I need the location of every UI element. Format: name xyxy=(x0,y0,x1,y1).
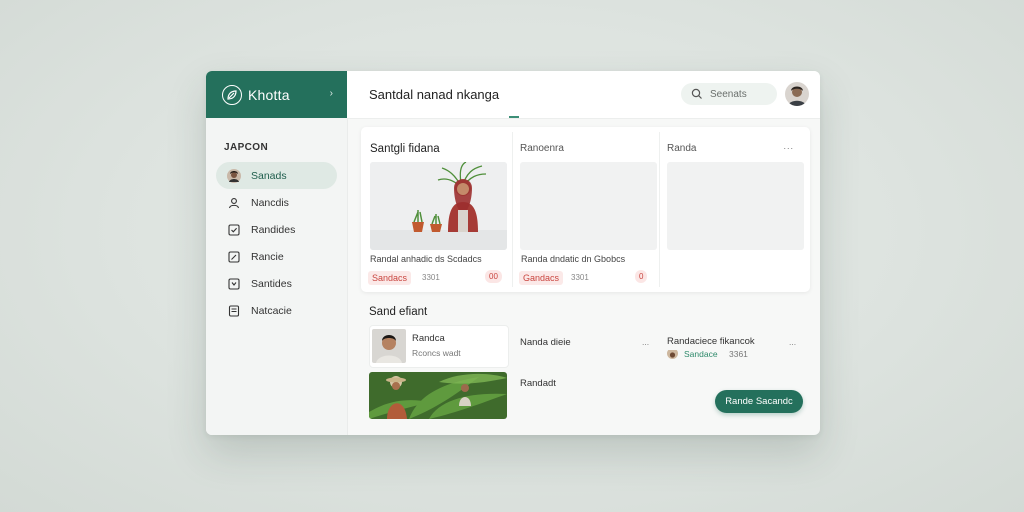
sidebar-item-natcacie[interactable]: Natcacie xyxy=(216,297,337,324)
divider xyxy=(512,132,513,287)
sidebar-item-label: Sanads xyxy=(251,169,287,182)
more-icon[interactable]: ... xyxy=(783,141,794,151)
page-title: Santdal nanad nkanga xyxy=(369,87,500,102)
list-item-title: Randca xyxy=(412,333,445,344)
leaf-logo-icon xyxy=(222,84,242,105)
card-image-placeholder[interactable] xyxy=(520,162,657,250)
sidebar: JAPCON Sanads Nancdis Randides Rancie Sa… xyxy=(206,118,348,435)
sidebar-heading: JAPCON xyxy=(224,142,269,153)
sidebar-item-label: Santides xyxy=(251,277,292,290)
app-window: Khotta › Santdal nanad nkanga JAPCON San… xyxy=(206,71,820,435)
more-icon[interactable]: ... xyxy=(642,337,649,347)
edit-icon xyxy=(227,250,241,264)
brand-name: Khotta xyxy=(248,86,290,103)
check-icon xyxy=(227,277,241,291)
avatar xyxy=(667,348,678,359)
list-item[interactable]: Randca Rconcs wadt xyxy=(369,325,509,368)
document-icon xyxy=(227,304,241,318)
cards-panel: Santgli fidana Ranoenra Randa ... Randal… xyxy=(361,127,810,292)
card-caption: Randa dndatic dn Gbobcs xyxy=(521,254,626,264)
card-meta: 3301 xyxy=(422,273,440,282)
chevron-right-icon[interactable]: › xyxy=(330,88,333,99)
sidebar-item-randides[interactable]: Randides xyxy=(216,216,337,243)
search-input[interactable] xyxy=(708,87,772,101)
search-icon xyxy=(691,88,702,99)
top-bar: Santdal nanad nkanga xyxy=(347,71,820,119)
list-item-image-garden[interactable] xyxy=(369,372,507,419)
list-item-thumbnail xyxy=(372,329,406,363)
sidebar-item-label: Natcacie xyxy=(251,304,292,317)
count-badge: 0 xyxy=(635,270,648,283)
card-image-person[interactable] xyxy=(370,162,507,250)
card-meta: 3301 xyxy=(571,273,589,282)
list-item-meta: 3361 xyxy=(729,349,748,359)
list-item-title: Randaciece fikancok xyxy=(667,336,755,347)
sidebar-item-label: Rancie xyxy=(251,250,284,263)
sidebar-item-santides[interactable]: Santides xyxy=(216,270,337,297)
search-box[interactable] xyxy=(681,83,777,105)
card-image-placeholder[interactable] xyxy=(667,162,804,250)
main-content: Santgli fidana Ranoenra Randa ... Randal… xyxy=(347,118,820,435)
status-tag: Sandace xyxy=(684,349,718,359)
list-item-subtitle: Rconcs wadt xyxy=(412,348,461,358)
column-heading: Randa xyxy=(667,143,697,154)
section-title: Sand efiant xyxy=(369,306,428,318)
user-icon xyxy=(227,196,241,210)
checkbox-icon xyxy=(227,223,241,237)
column-heading: Ranoenra xyxy=(520,143,564,154)
list-item-title: Nanda dieie xyxy=(520,337,571,348)
status-tag: Sandacs xyxy=(368,271,412,285)
sidebar-item-nancdis[interactable]: Nancdis xyxy=(216,189,337,216)
avatar-icon xyxy=(227,168,241,183)
count-badge: 00 xyxy=(485,270,502,283)
sidebar-item-sanads[interactable]: Sanads xyxy=(216,162,337,189)
user-avatar[interactable] xyxy=(785,82,809,106)
list-item-title: Randadt xyxy=(520,378,556,389)
card-caption: Randal anhadic ds Scdadcs xyxy=(370,254,482,264)
divider xyxy=(659,132,660,287)
sidebar-item-rancie[interactable]: Rancie xyxy=(216,243,337,270)
status-tag: Gandacs xyxy=(519,271,564,285)
primary-action-button[interactable]: Rande Sacandc xyxy=(715,390,803,413)
sidebar-item-label: Randides xyxy=(251,223,296,236)
more-icon[interactable]: ... xyxy=(789,337,796,347)
column-heading: Santgli fidana xyxy=(370,143,440,155)
sidebar-item-label: Nancdis xyxy=(251,196,289,209)
brand-header[interactable]: Khotta › xyxy=(206,71,347,118)
